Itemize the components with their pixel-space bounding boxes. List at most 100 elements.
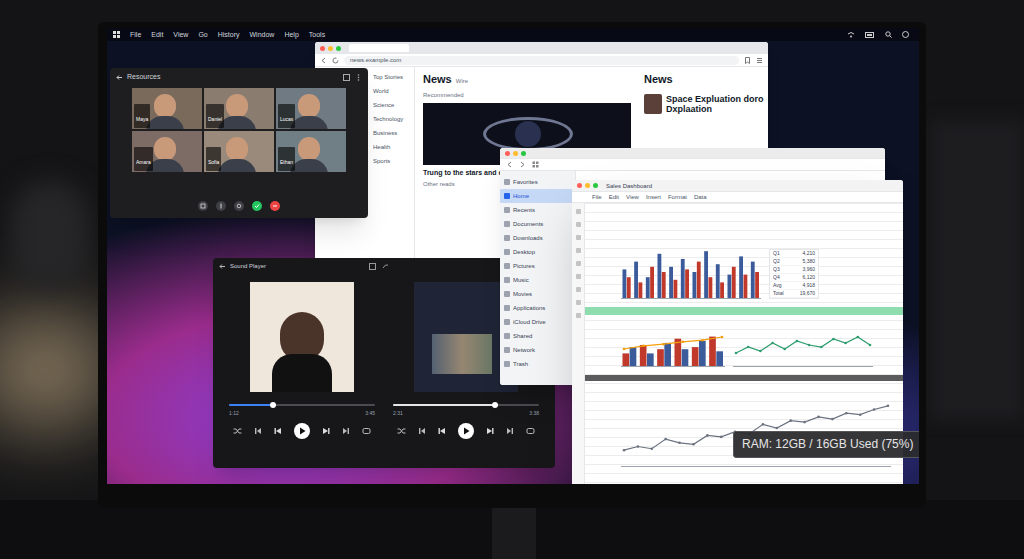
- fast-forward-icon[interactable]: [506, 427, 514, 435]
- play-icon[interactable]: [458, 423, 474, 439]
- video-call-window[interactable]: ResourcesMayaDanielLucasAmaraSofiaEthan: [110, 68, 368, 218]
- sidebar-item[interactable]: Downloads: [500, 231, 575, 245]
- menu-item[interactable]: Window: [250, 30, 275, 39]
- menu-item[interactable]: Insert: [646, 193, 661, 201]
- progress-knob[interactable]: [270, 402, 276, 408]
- menu-icon[interactable]: [756, 57, 763, 64]
- back-arrow-icon[interactable]: [219, 263, 226, 270]
- tool-icon[interactable]: [576, 222, 581, 227]
- minimize-button[interactable]: [328, 46, 333, 51]
- menu-item[interactable]: View: [173, 30, 188, 39]
- menu-item[interactable]: View: [626, 193, 639, 201]
- maximize-button[interactable]: [593, 183, 598, 188]
- tool-icon[interactable]: [576, 209, 581, 214]
- participant-tile[interactable]: Sofia: [204, 131, 274, 172]
- menu-item[interactable]: Format: [668, 193, 687, 201]
- progress-knob[interactable]: [492, 402, 498, 408]
- progress-track[interactable]: [393, 404, 539, 406]
- battery-icon[interactable]: [865, 32, 875, 38]
- side-headline[interactable]: Space Expluation doro Dxplaation: [666, 94, 764, 114]
- table-cell[interactable]: 6,120: [793, 274, 815, 281]
- previous-icon[interactable]: [438, 427, 446, 435]
- rewind-icon[interactable]: [254, 427, 262, 435]
- menu-item[interactable]: History: [218, 30, 240, 39]
- participant-tile[interactable]: Ethan: [276, 131, 346, 172]
- menu-item[interactable]: File: [592, 193, 602, 201]
- maximize-button[interactable]: [521, 151, 526, 156]
- sidebar-item[interactable]: Network: [500, 343, 575, 357]
- table-cell[interactable]: 4,210: [793, 250, 815, 257]
- side-article[interactable]: Space Expluation doro Dxplaation: [644, 94, 764, 114]
- sidebar-item[interactable]: Recents: [500, 203, 575, 217]
- next-icon[interactable]: [322, 427, 330, 435]
- progress-track[interactable]: [229, 404, 375, 406]
- sidebar-item[interactable]: World: [373, 87, 410, 95]
- table-cell[interactable]: Q3: [773, 266, 787, 273]
- table-cell[interactable]: 19,670: [793, 290, 815, 297]
- table-cell[interactable]: Q1: [773, 250, 787, 257]
- mute-button[interactable]: [216, 201, 226, 211]
- close-button[interactable]: [320, 46, 325, 51]
- participant-tile[interactable]: Amara: [132, 131, 202, 172]
- tool-icon[interactable]: [576, 300, 581, 305]
- tool-icon[interactable]: [576, 287, 581, 292]
- close-button[interactable]: [505, 151, 510, 156]
- tool-icon[interactable]: [576, 248, 581, 253]
- repeat-icon[interactable]: [526, 427, 535, 435]
- bookmark-icon[interactable]: [744, 57, 751, 64]
- grid-view-icon[interactable]: [532, 161, 539, 168]
- sidebar-item[interactable]: Trash: [500, 357, 575, 371]
- share-icon[interactable]: [382, 263, 389, 270]
- sidebar-item[interactable]: Business: [373, 129, 410, 137]
- camera-button[interactable]: [234, 201, 244, 211]
- sidebar-item[interactable]: Health: [373, 143, 410, 151]
- back-arrow-icon[interactable]: [116, 74, 123, 81]
- maximize-button[interactable]: [336, 46, 341, 51]
- control-center-icon[interactable]: [902, 31, 909, 38]
- menu-item[interactable]: Edit: [609, 193, 619, 201]
- tool-icon[interactable]: [576, 313, 581, 318]
- layout-icon[interactable]: [343, 74, 350, 81]
- sidebar-item[interactable]: Science: [373, 101, 410, 109]
- table-cell[interactable]: 5,380: [793, 258, 815, 265]
- tool-icon[interactable]: [576, 235, 581, 240]
- album-cover[interactable]: [250, 282, 354, 392]
- tool-icon[interactable]: [576, 274, 581, 279]
- address-field[interactable]: news.example.com: [344, 56, 739, 65]
- minimize-button[interactable]: [585, 183, 590, 188]
- shuffle-icon[interactable]: [397, 427, 406, 435]
- participant-tile[interactable]: Lucas: [276, 88, 346, 129]
- sidebar-item[interactable]: Technology: [373, 115, 410, 123]
- forward-icon[interactable]: [519, 161, 526, 168]
- wifi-icon[interactable]: [847, 31, 855, 38]
- sidebar-item[interactable]: Applications: [500, 301, 575, 315]
- table-cell[interactable]: Total: [773, 290, 787, 297]
- tool-icon[interactable]: [576, 261, 581, 266]
- sidebar-item[interactable]: Documents: [500, 217, 575, 231]
- sidebar-item[interactable]: Movies: [500, 287, 575, 301]
- screen-share-button[interactable]: [198, 201, 208, 211]
- sidebar-item[interactable]: Music: [500, 273, 575, 287]
- table-cell[interactable]: 4,918: [793, 282, 815, 289]
- search-icon[interactable]: [885, 31, 892, 38]
- next-icon[interactable]: [486, 427, 494, 435]
- menu-item[interactable]: Go: [198, 30, 207, 39]
- sidebar-item[interactable]: Favorites: [500, 175, 575, 189]
- table-cell[interactable]: Q2: [773, 258, 787, 265]
- previous-icon[interactable]: [274, 427, 282, 435]
- table-cell[interactable]: Q4: [773, 274, 787, 281]
- highlight-row[interactable]: [585, 307, 903, 315]
- sidebar-item[interactable]: Pictures: [500, 259, 575, 273]
- sidebar-item[interactable]: Top Stories: [373, 73, 410, 81]
- logo-icon[interactable]: [113, 31, 120, 38]
- participant-tile[interactable]: Daniel: [204, 88, 274, 129]
- menu-item[interactable]: Data: [694, 193, 707, 201]
- expand-icon[interactable]: [369, 263, 376, 270]
- menu-item[interactable]: Help: [284, 30, 298, 39]
- back-icon[interactable]: [506, 161, 513, 168]
- menu-item[interactable]: Tools: [309, 30, 325, 39]
- shuffle-icon[interactable]: [233, 427, 242, 435]
- menu-item[interactable]: Edit: [151, 30, 163, 39]
- reload-icon[interactable]: [332, 57, 339, 64]
- minimize-button[interactable]: [513, 151, 518, 156]
